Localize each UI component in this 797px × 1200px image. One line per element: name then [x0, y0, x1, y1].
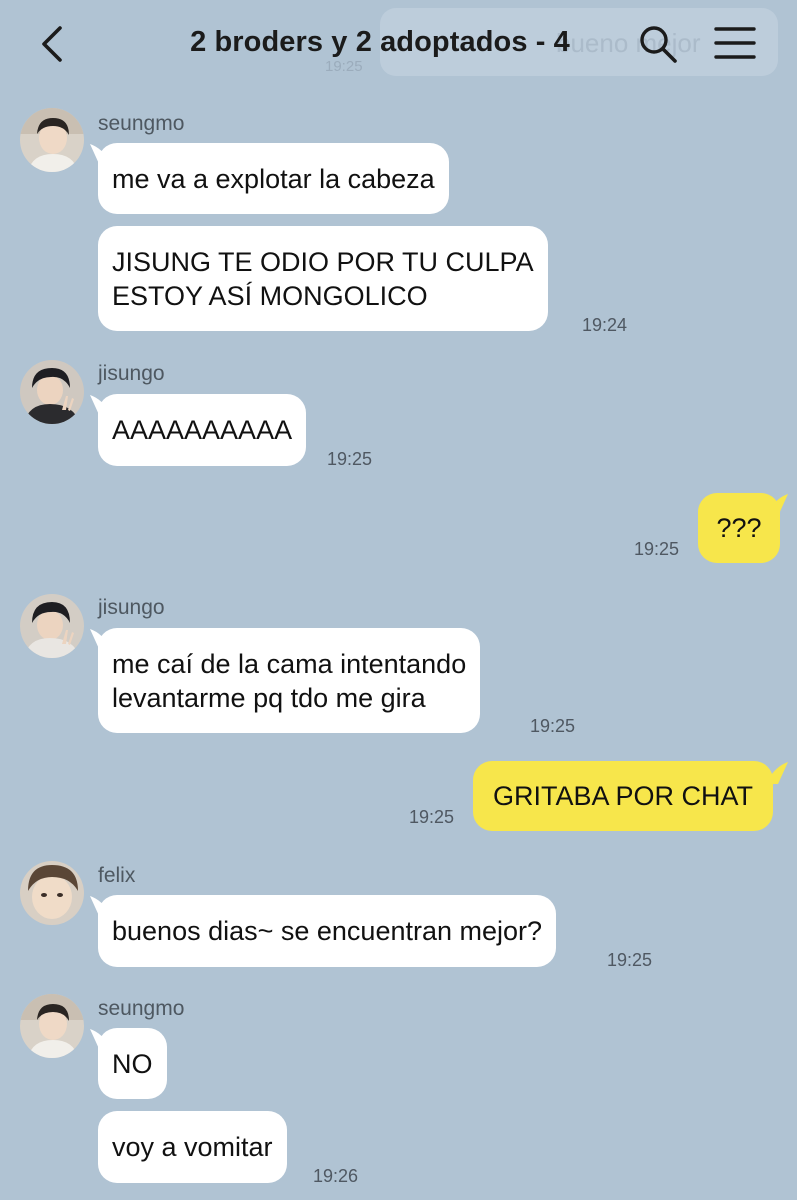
- message-time: 19:24: [582, 315, 628, 335]
- message-text-line: levantarme pq tdo me gira: [112, 683, 426, 713]
- notification-overlay-time: 19:25: [325, 58, 363, 75]
- sender-name: seungmo: [98, 112, 185, 135]
- my-message-bubble[interactable]: GRITABA POR CHAT: [473, 761, 774, 831]
- sender-name: felix: [98, 864, 136, 887]
- message-text-line: me caí de la cama intentando: [112, 649, 467, 679]
- sender-name: seungmo: [98, 997, 185, 1020]
- message-time: 19:25: [634, 539, 680, 559]
- avatar-jisungo[interactable]: [20, 360, 84, 424]
- search-icon[interactable]: [638, 24, 678, 64]
- sender-name: jisungo: [98, 596, 165, 619]
- avatar-seungmo[interactable]: [20, 994, 84, 1058]
- message-text: me va a explotar la cabeza: [112, 164, 435, 194]
- message-text: voy a vomitar: [112, 1132, 273, 1162]
- message-bubble[interactable]: voy a vomitar: [98, 1111, 287, 1183]
- avatar-jisungo[interactable]: [20, 594, 84, 658]
- avatar-seungmo[interactable]: [20, 108, 84, 172]
- message-text: ???: [716, 513, 762, 543]
- sender-name: jisungo: [98, 362, 165, 385]
- message-text: GRITABA POR CHAT: [493, 781, 754, 811]
- message-text-line: JISUNG TE ODIO POR TU CULPA: [112, 247, 534, 277]
- message-text: AAAAAAAAAA: [112, 415, 293, 445]
- message-bubble[interactable]: JISUNG TE ODIO POR TU CULPA ESTOY ASÍ MO…: [98, 226, 548, 331]
- message-time: 19:26: [313, 1166, 359, 1186]
- message-time: 19:25: [530, 716, 576, 736]
- message-bubble[interactable]: me caí de la cama intentando levantarme …: [98, 628, 481, 733]
- message-time: 19:25: [607, 950, 653, 970]
- menu-icon[interactable]: [714, 26, 756, 60]
- message-time: 19:25: [409, 807, 455, 827]
- bubble-tail: [768, 494, 788, 516]
- message-bubble[interactable]: me va a explotar la cabeza: [98, 143, 449, 214]
- message-bubble[interactable]: NO: [98, 1028, 167, 1099]
- message-text: buenos dias~ se encuentran mejor?: [112, 916, 543, 946]
- message-text-line: ESTOY ASÍ MONGOLICO: [112, 281, 428, 311]
- message-bubble[interactable]: AAAAAAAAAA: [98, 394, 307, 466]
- bubble-tail: [768, 762, 788, 784]
- message-text: NO: [112, 1049, 153, 1079]
- message-bubble[interactable]: buenos dias~ se encuentran mejor?: [98, 895, 557, 967]
- chat-header: bueno mejor 19:25 2 broders y 2 adoptado…: [0, 0, 797, 90]
- message-time: 19:25: [327, 449, 373, 469]
- avatar-felix[interactable]: [20, 861, 84, 925]
